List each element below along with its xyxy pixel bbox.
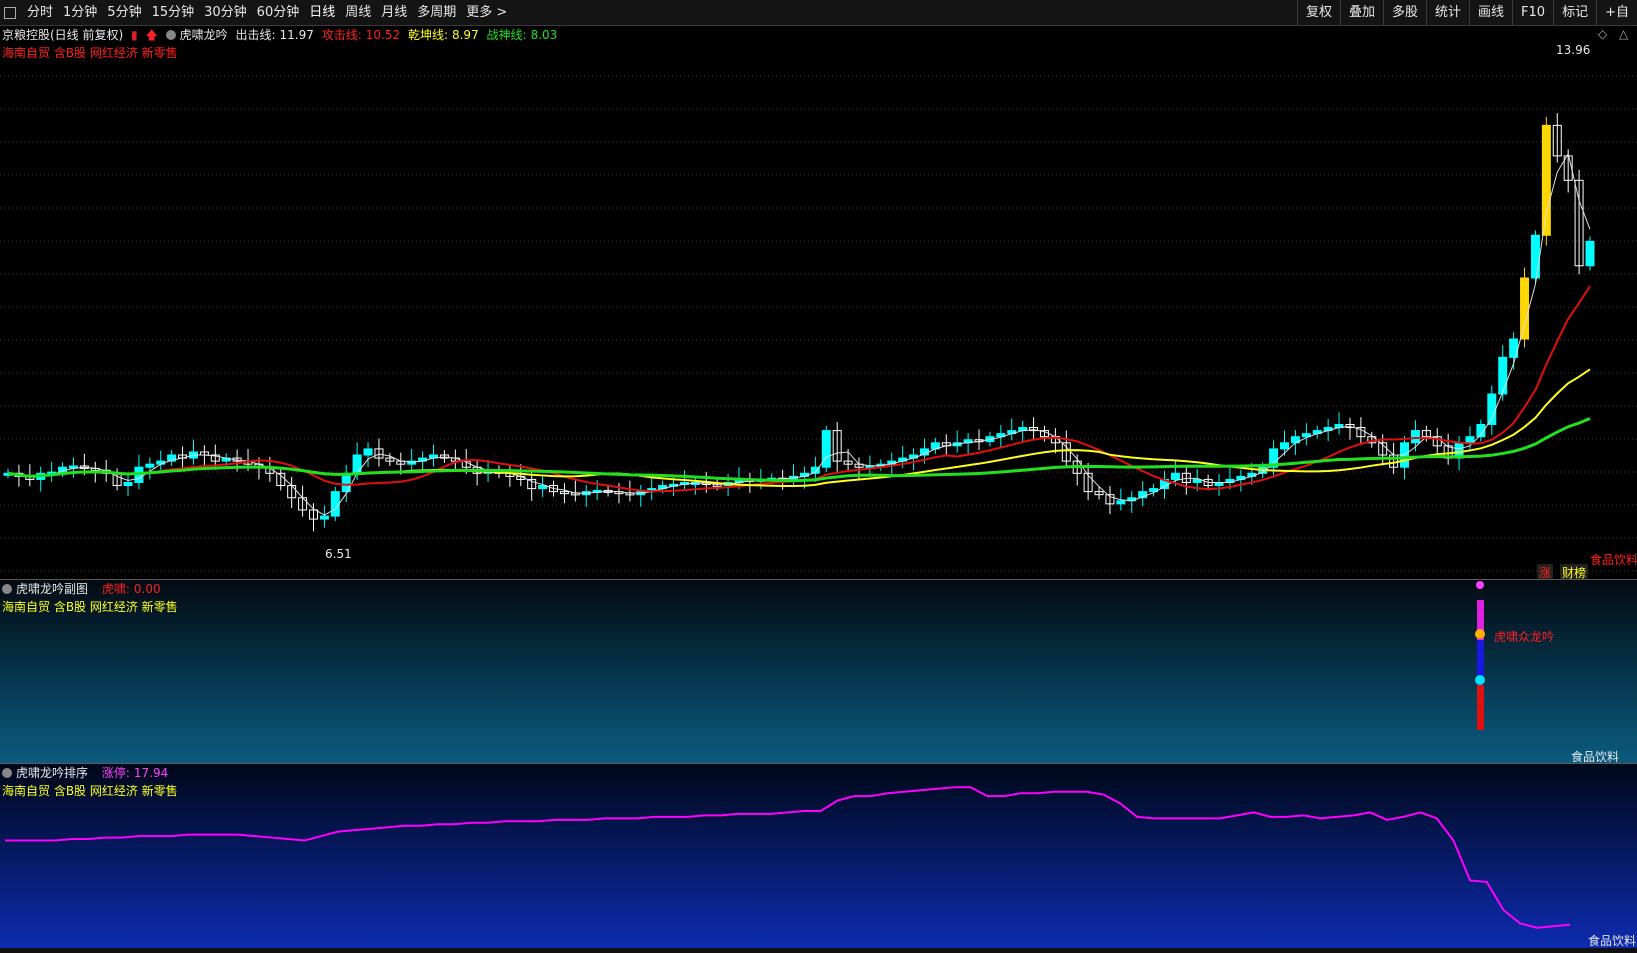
candle-body — [123, 481, 133, 487]
line-label-zhanshen: 战神线: — [486, 28, 527, 42]
mark-button[interactable]: 标记 — [1553, 0, 1596, 25]
candle-body — [1520, 277, 1530, 340]
sub-chart-2-header: 虎啸龙吟排序 涨停: 17.94 — [2, 765, 172, 781]
line-value-qiankun: 8.97 — [451, 28, 479, 42]
indicator-toggle-icon[interactable] — [2, 768, 12, 778]
period-tab[interactable]: 1分钟 — [58, 0, 102, 25]
f10-button[interactable]: F10 — [1512, 0, 1553, 25]
period-tab[interactable]: 15分钟 — [147, 0, 200, 25]
overlay-button[interactable]: 叠加 — [1339, 0, 1383, 25]
line-value-attack-out: 11.97 — [279, 28, 314, 42]
date-axis — [0, 948, 1637, 953]
candle-body — [1498, 356, 1508, 395]
candle-body — [319, 515, 329, 520]
sector-label: 食品饮料 — [1590, 553, 1637, 567]
sidebar-toggle-icon[interactable] — [4, 6, 16, 19]
line-value-zhanshen: 8.03 — [530, 28, 558, 42]
period-tab[interactable]: 周线 — [340, 0, 376, 25]
caibang-badge[interactable]: 财榜 — [1560, 564, 1589, 579]
main-chart-panel[interactable]: 京粮控股(日线 前复权) ▮ 🡅 虎啸龙吟 出击线: 11.97 攻击线: 10.5… — [0, 26, 1637, 580]
period-tab[interactable]: 60分钟 — [252, 0, 305, 25]
candle-body — [1280, 442, 1290, 450]
stats-button[interactable]: 统计 — [1426, 0, 1469, 25]
period-toolbar: 分时 1分钟 5分钟 15分钟 30分钟 60分钟 日线 周线 月线 多周期 更… — [0, 0, 1637, 26]
sub1-title[interactable]: 虎啸龙吟副图 — [16, 582, 88, 596]
sub2-value: 17.94 — [133, 766, 169, 780]
up-arrow-icon[interactable]: 🡅 — [145, 28, 157, 42]
sub2-title[interactable]: 虎啸龙吟排序 — [16, 766, 88, 780]
period-tab[interactable]: 30分钟 — [199, 0, 252, 25]
concept-tags: 海南自贸 含B股 网红经济 新零售 — [2, 600, 178, 614]
high-price-label: 13.96 — [1556, 43, 1591, 57]
line-label-attack: 攻击线: — [321, 28, 362, 42]
period-tab[interactable]: 5分钟 — [102, 0, 146, 25]
draw-line-button[interactable]: 画线 — [1469, 0, 1512, 25]
candle-body — [1585, 240, 1595, 267]
multi-stock-button[interactable]: 多股 — [1383, 0, 1426, 25]
line-value-attack: 10.52 — [365, 28, 401, 42]
period-tab[interactable]: 月线 — [376, 0, 412, 25]
restore-rights-button[interactable]: 复权 — [1296, 0, 1340, 25]
period-tab[interactable]: 多周期 — [412, 0, 461, 25]
stock-title[interactable]: 京粮控股(日线 前复权) — [2, 28, 123, 42]
zhang-badge[interactable]: 涨 — [1537, 564, 1554, 579]
sub-chart-2-panel[interactable]: 虎啸龙吟排序 涨停: 17.94 海南自贸 含B股 网红经济 新零售 食品饮料 — [0, 764, 1637, 948]
signal-text: 虎啸众龙吟 — [1494, 630, 1555, 644]
signal-bar-red — [1477, 685, 1484, 730]
candle-body — [363, 448, 373, 456]
candle-body — [330, 491, 340, 517]
main-chart-header: 京粮控股(日线 前复权) ▮ 🡅 虎啸龙吟 出击线: 11.97 攻击线: 10.5… — [2, 27, 561, 43]
sub2-value-label: 涨停: — [101, 766, 130, 780]
period-tab[interactable]: 分时 — [22, 0, 58, 25]
add-watchlist-button[interactable]: +自 — [1596, 0, 1637, 25]
line-label-attack-out: 出击线: — [235, 28, 276, 42]
butterfly-icon — [1475, 675, 1485, 685]
lock-icon[interactable]: ▮ — [131, 28, 138, 42]
sub-chart-1-panel[interactable]: 虎啸龙吟副图 虎啸: 0.00 海南自贸 含B股 网红经济 新零售 虎啸众龙吟 食… — [0, 580, 1637, 764]
more-periods-button[interactable]: 更多 > — [461, 0, 512, 25]
indicator-toggle-icon[interactable] — [2, 584, 12, 594]
candle-body — [1170, 472, 1180, 480]
signal-chart — [1475, 581, 1485, 730]
candle-body — [1116, 500, 1126, 505]
butterfly-icon — [1476, 581, 1484, 589]
candle-body — [352, 454, 362, 474]
collapse-icon[interactable]: ◇ — [1598, 27, 1607, 41]
indicator-name[interactable]: 虎啸龙吟 — [180, 28, 228, 42]
period-tab-daily[interactable]: 日线 — [304, 0, 340, 25]
butterfly-icon — [1475, 629, 1485, 639]
rank-line-chart — [5, 786, 1571, 929]
candle-body — [1487, 393, 1497, 425]
rank-line — [5, 786, 1571, 929]
candle-body — [145, 463, 155, 468]
candle-body — [1541, 124, 1551, 236]
sector-label: 食品饮料 — [1588, 934, 1637, 948]
close-icon[interactable]: △ — [1619, 27, 1628, 41]
candle-body — [1465, 436, 1475, 444]
sub1-value: 0.00 — [133, 582, 161, 596]
concept-tags: 海南自贸 含B股 网红经济 新零售 — [2, 46, 178, 60]
sector-label: 食品饮料 — [1571, 750, 1620, 764]
line-label-qiankun: 乾坤线: — [407, 28, 448, 42]
sub-chart-1-header: 虎啸龙吟副图 虎啸: 0.00 — [2, 581, 165, 597]
candlestick-chart — [0, 75, 1637, 572]
low-price-label: 6.51 — [325, 547, 352, 561]
concept-tags: 海南自贸 含B股 网红经济 新零售 — [2, 784, 178, 798]
sub1-value-label: 虎啸: — [101, 582, 130, 596]
indicator-toggle-icon[interactable] — [165, 30, 176, 40]
candle-body — [1410, 430, 1420, 444]
candle-body — [1530, 234, 1540, 279]
